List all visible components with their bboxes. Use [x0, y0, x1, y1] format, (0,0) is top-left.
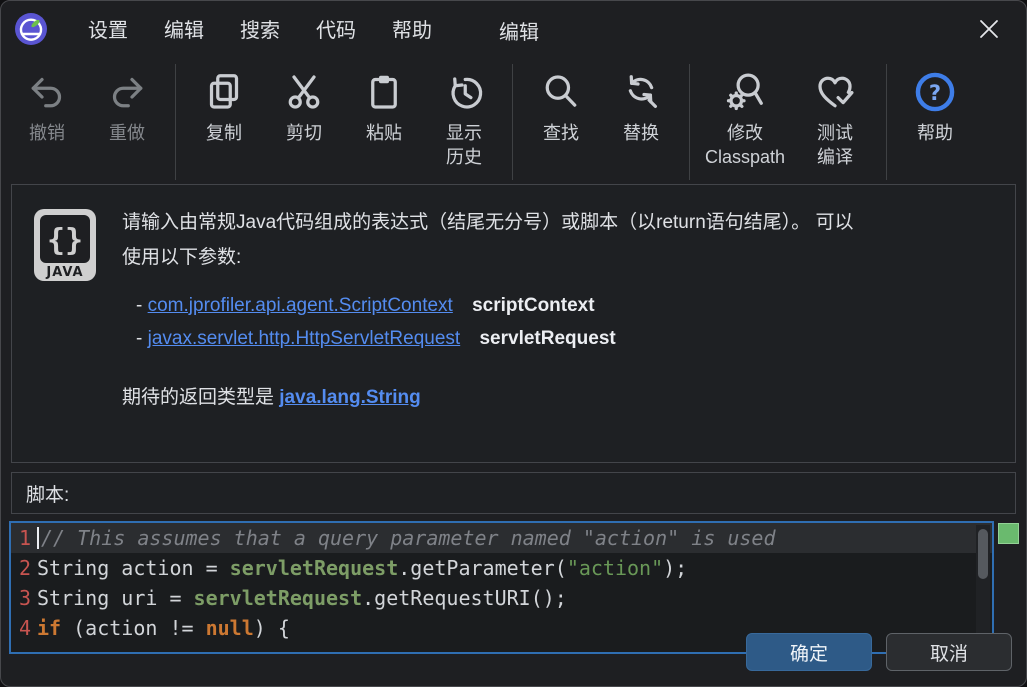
- line-number: 4: [19, 613, 37, 643]
- toolbar-separator: [689, 64, 690, 180]
- window-title: 编辑: [499, 16, 539, 45]
- find-magnifier-icon: [541, 68, 581, 116]
- info-text: 请输入由常规Java代码组成的表达式（结尾无分号）或脚本（以return语句结尾…: [122, 205, 854, 442]
- code-area: 1// This assumes that a query parameter …: [11, 523, 992, 643]
- return-type-link[interactable]: java.lang.String: [279, 387, 420, 408]
- code-token-plain: ) {: [254, 616, 290, 640]
- script-label: 脚本:: [26, 480, 69, 507]
- code-token-keyword: if: [37, 616, 61, 640]
- compile-status-indicator: [998, 523, 1019, 544]
- scriptcontext-type-link[interactable]: com.jprofiler.api.agent.ScriptContext: [148, 295, 453, 316]
- intro-line-1: 请输入由常规Java代码组成的表达式（结尾无分号）或脚本（以return语句结尾…: [122, 205, 854, 240]
- code-line[interactable]: 1// This assumes that a query parameter …: [11, 523, 992, 553]
- parameter-row: - com.jprofiler.api.agent.ScriptContext …: [136, 289, 854, 322]
- menu-help[interactable]: 帮助: [374, 8, 450, 49]
- paste-button[interactable]: 粘贴: [344, 56, 424, 145]
- undo-button[interactable]: 撤销: [7, 56, 87, 145]
- code-token-param: servletRequest: [194, 586, 363, 610]
- help-question-icon: ?: [914, 68, 956, 116]
- line-number: 3: [19, 583, 37, 613]
- editor-scrollbar[interactable]: [976, 525, 990, 650]
- find-button[interactable]: 查找: [521, 56, 601, 145]
- svg-text:?: ?: [929, 81, 941, 105]
- code-token-plain: );: [663, 556, 687, 580]
- dialog-buttons: 确定 取消: [746, 633, 1012, 671]
- toolbar-separator: [175, 64, 176, 180]
- script-label-strip: 脚本:: [11, 472, 1016, 514]
- help-button[interactable]: ? 帮助: [895, 56, 975, 145]
- heart-check-icon: [815, 68, 855, 116]
- svg-text:JAVA: JAVA: [45, 265, 83, 280]
- title-bar: 设置 编辑 搜索 代码 帮助 编辑: [1, 1, 1026, 56]
- return-type-line: 期待的返回类型是 java.lang.String: [122, 380, 854, 415]
- toolbar-separator: [512, 64, 513, 180]
- parameter-list: - com.jprofiler.api.agent.ScriptContext …: [122, 289, 854, 355]
- redo-button[interactable]: 重做: [87, 56, 167, 145]
- code-token-plain: .getRequestURI();: [362, 586, 567, 610]
- cut-scissors-icon: [284, 68, 324, 116]
- ok-button[interactable]: 确定: [746, 633, 872, 671]
- undo-icon: [27, 68, 67, 116]
- code-token-string: "action": [567, 556, 663, 580]
- code-token-plain: .getParameter(: [398, 556, 567, 580]
- code-token-param: servletRequest: [230, 556, 399, 580]
- cancel-button[interactable]: 取消: [886, 633, 1012, 671]
- code-token-comment: // This assumes that a query parameter n…: [41, 526, 776, 550]
- menu-code[interactable]: 代码: [298, 8, 374, 49]
- test-compile-button[interactable]: 测试 编译: [792, 56, 878, 169]
- toolbar: 撤销 重做 复制 剪切 粘贴: [1, 56, 1026, 184]
- close-icon: [977, 17, 1001, 41]
- jprofiler-logo-icon: [14, 12, 48, 46]
- copy-icon: [204, 68, 244, 116]
- code-token-plain: (action !=: [61, 616, 206, 640]
- code-token-keyword: null: [206, 616, 254, 640]
- code-token-plain: String uri =: [37, 586, 194, 610]
- history-clock-icon: [444, 68, 484, 116]
- code-line[interactable]: 3String uri = servletRequest.getRequestU…: [11, 583, 992, 613]
- classpath-gear-magnifier-icon: [725, 68, 765, 116]
- redo-icon: [107, 68, 147, 116]
- paste-clipboard-icon: [364, 68, 404, 116]
- svg-text:{}: {}: [47, 223, 83, 258]
- code-token-plain: String action =: [37, 556, 230, 580]
- edit-script-dialog: 设置 编辑 搜索 代码 帮助 编辑 撤销 重做: [0, 0, 1027, 687]
- replace-button[interactable]: 替换: [601, 56, 681, 145]
- parameter-name: servletRequest: [479, 328, 615, 349]
- parameter-name: scriptContext: [472, 295, 594, 316]
- cut-button[interactable]: 剪切: [264, 56, 344, 145]
- copy-button[interactable]: 复制: [184, 56, 264, 145]
- close-button[interactable]: [974, 14, 1004, 44]
- toolbar-separator: [886, 64, 887, 180]
- menu-settings[interactable]: 设置: [70, 8, 146, 49]
- intro-line-2: 使用以下参数:: [122, 240, 854, 275]
- servletrequest-type-link[interactable]: javax.servlet.http.HttpServletRequest: [148, 328, 461, 349]
- java-icon: {} JAVA: [34, 209, 96, 281]
- modify-classpath-button[interactable]: 修改 Classpath: [698, 56, 792, 169]
- info-panel: {} JAVA 请输入由常规Java代码组成的表达式（结尾无分号）或脚本（以re…: [11, 184, 1016, 463]
- menu-bar: 设置 编辑 搜索 代码 帮助: [70, 8, 450, 49]
- code-line[interactable]: 2String action = servletRequest.getParam…: [11, 553, 992, 583]
- menu-edit[interactable]: 编辑: [146, 8, 222, 49]
- parameter-row: - javax.servlet.http.HttpServletRequest …: [136, 322, 854, 355]
- line-number: 2: [19, 553, 37, 583]
- line-number: 1: [19, 523, 37, 553]
- menu-search[interactable]: 搜索: [222, 8, 298, 49]
- scrollbar-thumb[interactable]: [978, 529, 988, 579]
- show-history-button[interactable]: 显示 历史: [424, 56, 504, 169]
- replace-icon: [621, 68, 661, 116]
- text-caret: [37, 527, 39, 549]
